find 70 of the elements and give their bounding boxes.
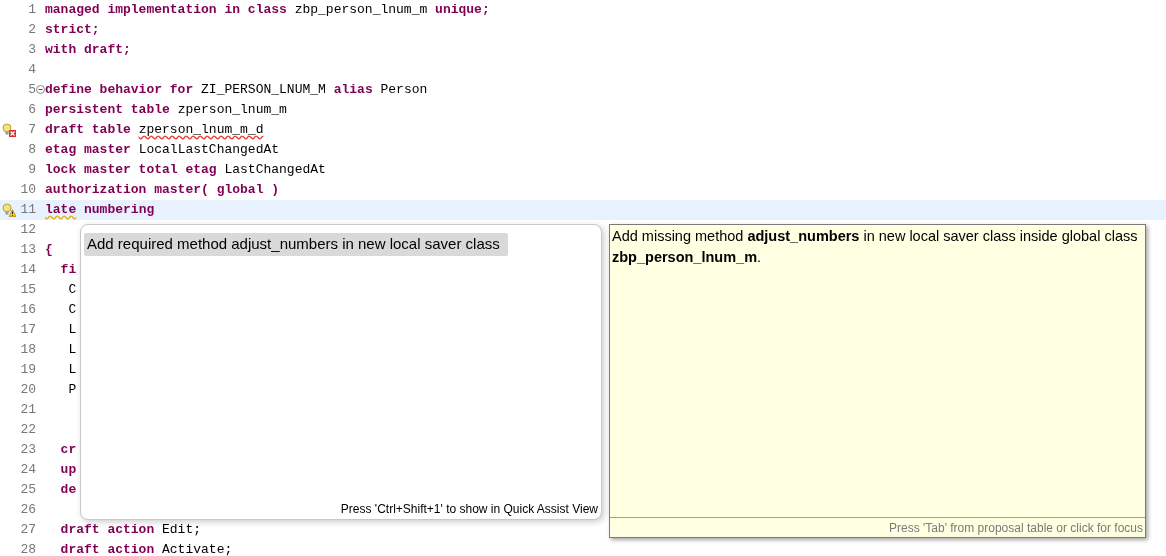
code-keyword: authorization master( global ) (45, 181, 280, 199)
line-number: 18 (20, 341, 36, 360)
collapse-icon[interactable] (36, 85, 45, 94)
code-identifier: L (67, 361, 77, 379)
code-keyword: alias (333, 81, 373, 99)
proposal-item[interactable]: Add required method adjust_numbers in new local saver class (84, 233, 508, 256)
code-keyword: cr (59, 441, 77, 459)
code-keyword: up (59, 461, 77, 479)
code-keyword: late (45, 201, 77, 219)
line-number: 16 (20, 301, 36, 320)
code-identifier: L (67, 321, 77, 339)
line-number: 4 (28, 61, 36, 80)
line-number: 6 (28, 101, 36, 120)
code-identifier: zperson_lnum_m (176, 101, 287, 119)
line-number: 11 (20, 201, 36, 220)
line-number: 2 (28, 21, 36, 40)
line-number: 17 (20, 321, 36, 340)
code-identifier: Edit; (161, 521, 202, 539)
code-identifier: C (67, 301, 77, 319)
line-number: 25 (20, 481, 36, 500)
line-number: 3 (28, 41, 36, 60)
code-keyword: etag master (45, 141, 131, 159)
fix-description: Add missing method adjust_numbers in new local saver class inside global class zbp_person_lnum_m. (612, 227, 1139, 267)
code-keyword: de (59, 481, 77, 499)
line-number: 23 (20, 441, 36, 460)
code-identifier: Person (379, 81, 428, 99)
code-keyword: numbering (83, 201, 155, 219)
line-number: 20 (20, 381, 36, 400)
line-number: 9 (28, 161, 36, 180)
code-keyword: define behavior for (45, 81, 194, 99)
code-keyword: { (45, 241, 53, 259)
code-identifier: LastChangedAt (223, 161, 326, 179)
code-identifier: C (67, 281, 77, 299)
code-keyword: lock master total etag (45, 161, 217, 179)
line-number: 1 (28, 1, 36, 20)
code-identifier: Activate; (161, 541, 233, 556)
code-identifier: L (67, 341, 77, 359)
line-number: 19 (20, 361, 36, 380)
line-number: 14 (20, 261, 36, 280)
line-number: 10 (20, 181, 36, 200)
code-keyword: draft action (59, 541, 155, 556)
line-number: 12 (20, 221, 36, 240)
line-number: 22 (20, 421, 36, 440)
code-identifier: ZI_PERSON_LNUM_M (200, 81, 327, 99)
line-number: 26 (20, 501, 36, 520)
code-identifier: LocalLastChangedAt (137, 141, 280, 159)
quick-assist-hint: Press 'Ctrl+Shift+1' to show in Quick Assist View (340, 501, 598, 518)
line-number: 7 (28, 121, 36, 140)
line-number: 13 (20, 241, 36, 260)
lightbulb-error-icon[interactable] (2, 123, 16, 137)
code-keyword: persistent table (45, 101, 170, 119)
code-keyword: draft action (59, 521, 155, 539)
line-number: 24 (20, 461, 36, 480)
code-keyword: managed implementation in class (45, 1, 287, 19)
line-number: 21 (20, 401, 36, 420)
code-keyword: fi (59, 261, 77, 279)
code-identifier: P (67, 381, 77, 399)
line-number: 15 (20, 281, 36, 300)
code-keyword: strict; (45, 21, 100, 39)
line-number: 28 (20, 541, 36, 556)
code-keyword: with draft; (45, 41, 131, 59)
focus-hint: Press 'Tab' from proposal table or click for focus (889, 519, 1143, 537)
line-number: 8 (28, 141, 36, 160)
code-keyword: unique; (435, 1, 490, 19)
code-keyword: draft table (45, 121, 132, 139)
code-identifier: zperson_lnum_m_d (138, 121, 264, 139)
lightbulb-warning-icon[interactable] (2, 203, 16, 217)
line-number: 27 (20, 521, 36, 540)
line-number: 5 (28, 81, 36, 100)
code-identifier: zbp_person_lnum_m (293, 1, 429, 19)
